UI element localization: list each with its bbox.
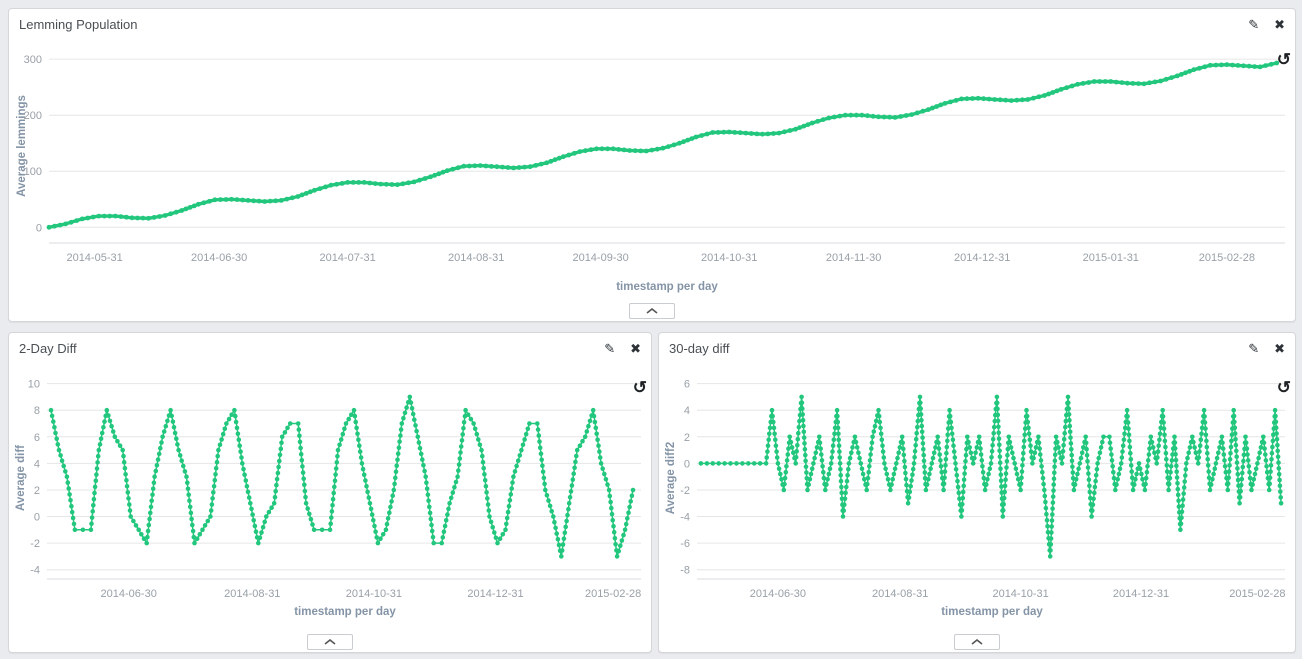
svg-text:300: 300 [24, 54, 42, 66]
svg-text:2015-02-28: 2015-02-28 [1229, 588, 1285, 600]
svg-text:2014-10-31: 2014-10-31 [346, 588, 402, 600]
svg-text:2015-01-31: 2015-01-31 [1083, 252, 1139, 264]
svg-text:-8: -8 [680, 565, 690, 577]
panel-header: 30-day diff ✎ ✖ [659, 333, 1295, 363]
svg-text:2014-12-31: 2014-12-31 [467, 588, 523, 600]
collapse-button[interactable] [954, 634, 1000, 650]
svg-text:-4: -4 [30, 565, 40, 577]
svg-text:2015-02-28: 2015-02-28 [1199, 252, 1255, 264]
svg-text:100: 100 [24, 166, 42, 178]
svg-text:10: 10 [28, 379, 40, 391]
svg-text:2014-12-31: 2014-12-31 [1113, 588, 1169, 600]
svg-text:2014-12-31: 2014-12-31 [954, 252, 1010, 264]
svg-text:0: 0 [36, 222, 42, 234]
svg-text:2014-07-31: 2014-07-31 [319, 252, 375, 264]
svg-text:2014-06-30: 2014-06-30 [750, 588, 806, 600]
svg-text:2: 2 [34, 485, 40, 497]
panel-title: Lemming Population [19, 17, 138, 32]
history-icon[interactable]: ↺ [1277, 379, 1291, 396]
chevron-up-icon [646, 308, 658, 314]
svg-text:2014-11-30: 2014-11-30 [826, 252, 881, 264]
svg-text:0: 0 [684, 458, 690, 470]
lemming-population-chart[interactable]: 0 100 200 300 2014-05-31 2014-06-30 2014-07-31… [9, 39, 1293, 279]
svg-text:2014-06-30: 2014-06-30 [101, 588, 157, 600]
panel-lemming-population: Lemming Population ✎ ✖ Average lemmings … [8, 8, 1296, 322]
history-icon[interactable]: ↺ [633, 379, 647, 396]
svg-text:0: 0 [34, 512, 40, 524]
history-icon[interactable]: ↺ [1277, 51, 1291, 68]
svg-text:-6: -6 [680, 538, 690, 550]
chevron-up-icon [971, 639, 983, 645]
chevron-up-icon [324, 639, 336, 645]
svg-text:4: 4 [34, 458, 40, 470]
svg-text:200: 200 [24, 110, 42, 122]
svg-text:2014-08-31: 2014-08-31 [448, 252, 504, 264]
svg-text:-2: -2 [30, 538, 40, 550]
svg-text:2014-06-30: 2014-06-30 [191, 252, 247, 264]
panel-header: 2-Day Diff ✎ ✖ [9, 333, 651, 363]
svg-text:6: 6 [684, 379, 690, 391]
svg-text:2014-10-31: 2014-10-31 [992, 588, 1048, 600]
panel-title: 2-Day Diff [19, 341, 77, 356]
panel-actions: ✎ ✖ [604, 342, 641, 355]
svg-text:2015-02-28: 2015-02-28 [585, 588, 641, 600]
two-day-diff-chart[interactable]: -4 -2 0 2 4 6 8 10 2014-06-30 2014-08-31 2014-10-3… [9, 363, 649, 613]
x-axis-label: timestamp per day [49, 281, 1285, 293]
thirty-day-diff-chart[interactable]: -8 -6 -4 -2 0 2 4 6 2014-06-30 2014-08-31 2014-10-… [659, 363, 1293, 613]
svg-text:6: 6 [34, 432, 40, 444]
close-icon[interactable]: ✖ [630, 342, 641, 355]
svg-text:8: 8 [34, 405, 40, 417]
collapse-button[interactable] [307, 634, 353, 650]
svg-text:2014-08-31: 2014-08-31 [224, 588, 280, 600]
edit-icon[interactable]: ✎ [604, 342, 615, 355]
close-icon[interactable]: ✖ [1274, 342, 1285, 355]
svg-text:2014-10-31: 2014-10-31 [701, 252, 757, 264]
svg-text:2014-09-30: 2014-09-30 [572, 252, 628, 264]
svg-text:4: 4 [684, 405, 690, 417]
panel-30-day-diff: 30-day diff ✎ ✖ Average diff2 -8-6-4-202… [658, 332, 1296, 653]
collapse-button[interactable] [629, 303, 675, 319]
svg-text:2: 2 [684, 432, 690, 444]
svg-text:2014-08-31: 2014-08-31 [872, 588, 928, 600]
edit-icon[interactable]: ✎ [1248, 342, 1259, 355]
svg-text:-2: -2 [680, 485, 690, 497]
svg-text:-4: -4 [680, 512, 690, 524]
panel-title: 30-day diff [669, 341, 729, 356]
close-icon[interactable]: ✖ [1274, 18, 1285, 31]
x-axis-label: timestamp per day [699, 606, 1285, 618]
x-axis-label: timestamp per day [49, 606, 641, 618]
panel-actions: ✎ ✖ [1248, 18, 1285, 31]
svg-text:2014-05-31: 2014-05-31 [66, 252, 122, 264]
panel-actions: ✎ ✖ [1248, 342, 1285, 355]
panel-header: Lemming Population ✎ ✖ [9, 9, 1295, 39]
panel-2-day-diff: 2-Day Diff ✎ ✖ Average diff -4-202468102… [8, 332, 652, 653]
edit-icon[interactable]: ✎ [1248, 18, 1259, 31]
